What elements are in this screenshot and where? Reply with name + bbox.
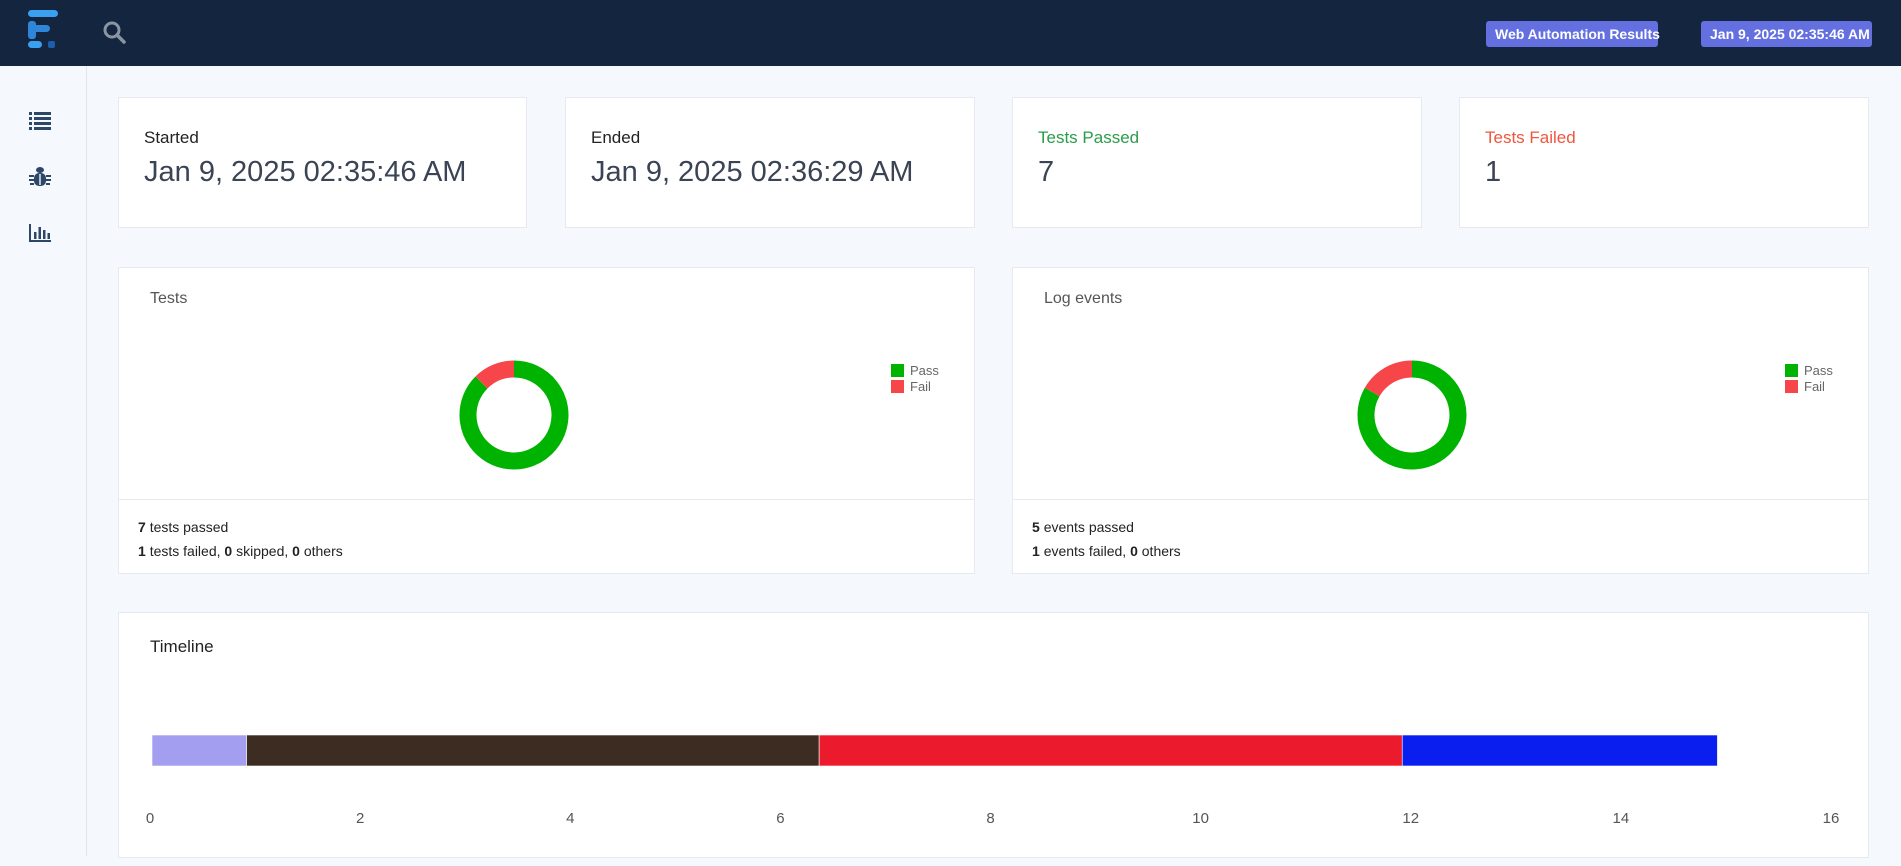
timeline-tick-label: 12 bbox=[1402, 810, 1420, 827]
legend-fail-label: Fail bbox=[1804, 378, 1825, 394]
donut-slice-fail[interactable] bbox=[1364, 360, 1413, 397]
tests-passed-summary: 7 tests passed bbox=[138, 519, 228, 535]
tests-summary: 7 tests passed 1 tests failed, 0 skipped… bbox=[119, 499, 974, 573]
timeline-tick-label: 14 bbox=[1612, 810, 1630, 827]
tests-passed-card: Tests Passed 7 bbox=[1012, 97, 1422, 228]
search-icon[interactable] bbox=[102, 20, 126, 44]
timeline-segment-2[interactable] bbox=[246, 734, 820, 767]
events-failed-summary: 1 events failed, 0 others bbox=[1032, 543, 1181, 559]
report-timestamp-badge: Jan 9, 2025 02:35:46 AM bbox=[1701, 21, 1872, 47]
timeline-card: Timeline 0 2 4 6 8 10 12 14 16 bbox=[118, 612, 1869, 858]
logo-icon[interactable] bbox=[28, 8, 64, 52]
tests-failed-summary: 1 tests failed, 0 skipped, 0 others bbox=[138, 543, 343, 559]
timeline-segment-3[interactable] bbox=[818, 734, 1403, 767]
timeline-tick-label: 0 bbox=[145, 810, 155, 827]
top-navbar: Web Automation Results Jan 9, 2025 02:35… bbox=[0, 0, 1901, 66]
tests-failed-count: 1 bbox=[138, 543, 146, 559]
timeline-tick-label: 4 bbox=[566, 810, 575, 827]
report-name-badge: Web Automation Results bbox=[1486, 21, 1660, 47]
fail-swatch bbox=[1785, 379, 1798, 393]
tests-legend[interactable]: Pass Fail bbox=[891, 362, 939, 394]
log-events-summary: 5 events passed 1 events failed, 0 other… bbox=[1013, 499, 1868, 573]
timeline-segment-1[interactable] bbox=[151, 734, 247, 767]
pass-swatch bbox=[1785, 363, 1798, 377]
legend-item-fail[interactable]: Fail bbox=[891, 378, 939, 394]
tests-chart-card: Tests Pass Fail 7 tests passed 1 tests f… bbox=[118, 267, 975, 574]
timeline-tick-label: 2 bbox=[355, 810, 365, 827]
ended-value: Jan 9, 2025 02:36:29 AM bbox=[591, 156, 914, 188]
events-failed-text: events failed, bbox=[1043, 543, 1127, 559]
bug-icon[interactable] bbox=[28, 166, 52, 188]
events-passed-count: 5 bbox=[1032, 519, 1040, 535]
tests-others-text: others bbox=[303, 543, 343, 559]
timeline-segment-4[interactable] bbox=[1401, 734, 1718, 767]
tests-passed-text: tests passed bbox=[149, 519, 229, 535]
legend-pass-label: Pass bbox=[1804, 362, 1833, 378]
bar-chart-icon[interactable] bbox=[28, 222, 52, 244]
legend-fail-label: Fail bbox=[910, 378, 931, 394]
list-icon[interactable] bbox=[28, 109, 52, 131]
tests-donut-chart bbox=[459, 360, 569, 470]
tests-failed-label: Tests Failed bbox=[1485, 128, 1576, 147]
donut-slice-fail[interactable] bbox=[475, 360, 515, 389]
timeline-tick-label: 6 bbox=[776, 810, 785, 827]
log-events-chart-title: Log events bbox=[1044, 290, 1123, 307]
started-label: Started bbox=[144, 128, 199, 147]
log-events-legend[interactable]: Pass Fail bbox=[1785, 362, 1833, 394]
tests-passed-count: 7 bbox=[138, 519, 146, 535]
started-card: Started Jan 9, 2025 02:35:46 AM bbox=[118, 97, 527, 228]
tests-failed-card: Tests Failed 1 bbox=[1459, 97, 1869, 228]
tests-others-count: 0 bbox=[292, 543, 300, 559]
legend-item-pass[interactable]: Pass bbox=[891, 362, 939, 378]
events-passed-summary: 5 events passed bbox=[1032, 519, 1134, 535]
fail-swatch bbox=[891, 379, 904, 393]
events-passed-text: events passed bbox=[1043, 519, 1134, 535]
started-value: Jan 9, 2025 02:35:46 AM bbox=[144, 156, 467, 188]
timeline-tick-label: 8 bbox=[986, 810, 995, 827]
events-failed-count: 1 bbox=[1032, 543, 1040, 559]
side-navigation bbox=[0, 66, 87, 856]
events-others-count: 0 bbox=[1130, 543, 1138, 559]
tests-failed-text: tests failed, bbox=[149, 543, 221, 559]
timeline-tick-label: 16 bbox=[1822, 810, 1840, 827]
legend-item-pass[interactable]: Pass bbox=[1785, 362, 1833, 378]
tests-skipped-text: skipped, bbox=[236, 543, 289, 559]
legend-item-fail[interactable]: Fail bbox=[1785, 378, 1833, 394]
tests-skipped-count: 0 bbox=[224, 543, 233, 559]
timeline-chart bbox=[151, 734, 1718, 767]
tests-passed-label: Tests Passed bbox=[1038, 128, 1140, 147]
tests-passed-value: 7 bbox=[1038, 156, 1055, 188]
log-events-chart-card: Log events Pass Fail 5 events passed 1 e… bbox=[1012, 267, 1869, 574]
tests-failed-value: 1 bbox=[1485, 156, 1502, 188]
ended-card: Ended Jan 9, 2025 02:36:29 AM bbox=[565, 97, 975, 228]
ended-label: Ended bbox=[591, 128, 641, 147]
legend-pass-label: Pass bbox=[910, 362, 939, 378]
events-others-text: others bbox=[1141, 543, 1181, 559]
timeline-tick-label: 10 bbox=[1192, 810, 1209, 827]
log-events-donut-chart bbox=[1357, 360, 1467, 470]
tests-chart-title: Tests bbox=[150, 290, 188, 307]
pass-swatch bbox=[891, 363, 904, 377]
